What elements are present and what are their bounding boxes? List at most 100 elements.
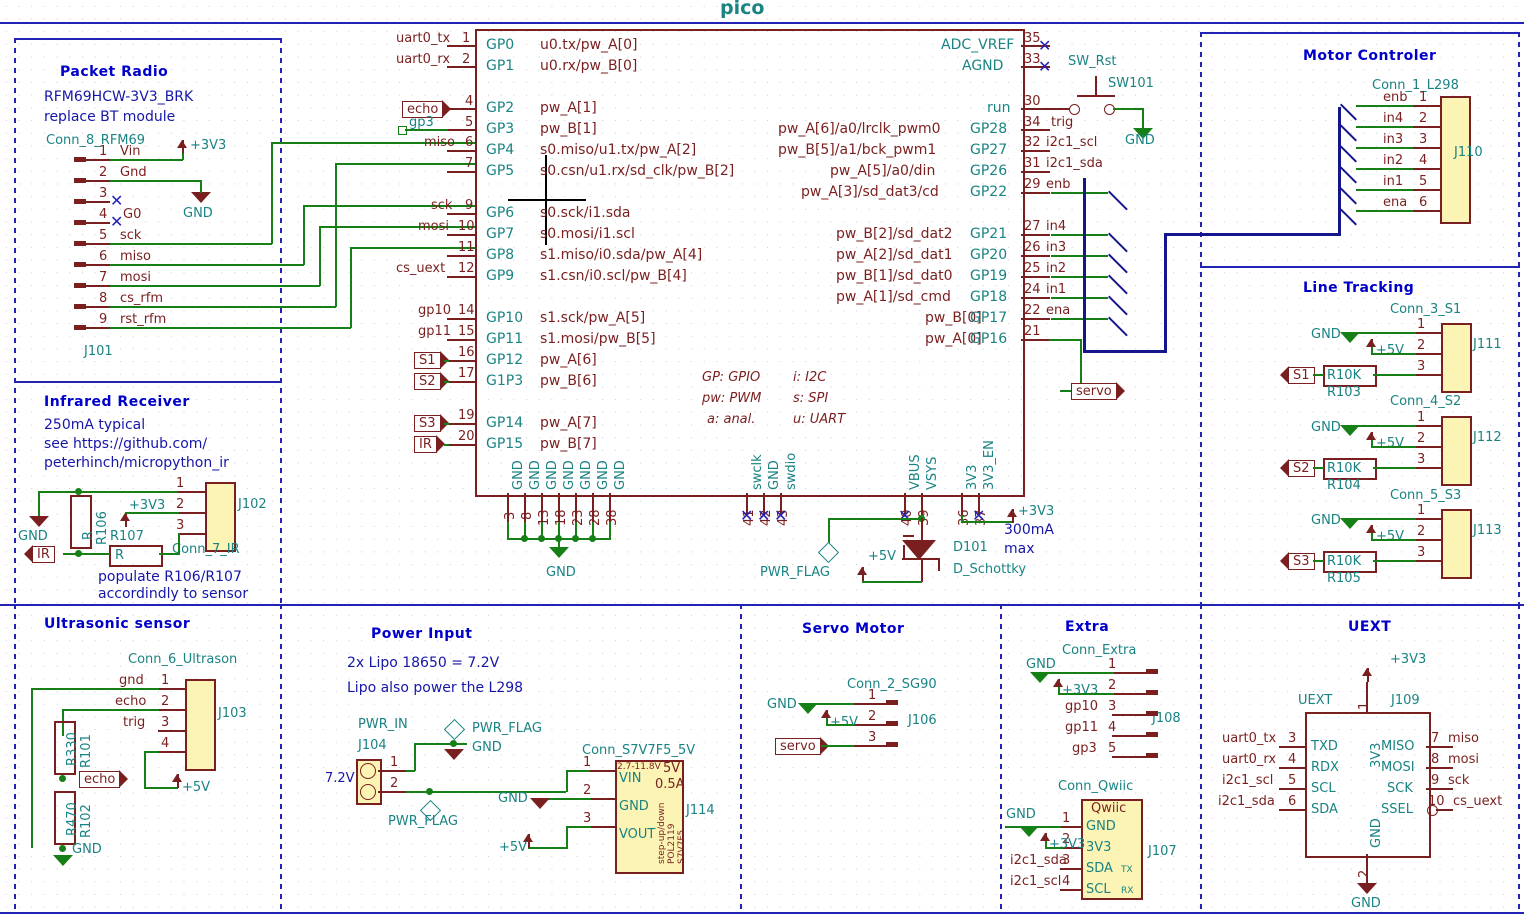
pin-name: 3V3: [1086, 840, 1112, 855]
motor-connector[interactable]: [1440, 96, 1471, 224]
line-res-value: R10K: [1327, 554, 1362, 569]
divider-radio-ir: [14, 381, 280, 383]
junction: [426, 788, 433, 795]
pico-legend-row1-right: s: SPI: [793, 391, 829, 406]
servo-signal-label[interactable]: servo: [775, 737, 829, 756]
ultrasonic-echo-label[interactable]: echo: [79, 770, 129, 789]
line-gnd-label: GND: [1311, 513, 1341, 528]
uext-gnd-symbol: [1357, 883, 1377, 894]
pin-net-label-s1[interactable]: S1: [414, 351, 448, 370]
pico-legend-row1-left: pw: PWM: [702, 391, 762, 406]
pin-net: i2c1_scl: [1046, 135, 1098, 150]
pin-net: mosi: [418, 219, 450, 234]
bus-entry: [1340, 166, 1357, 184]
packet-radio-note-1: replace BT module: [44, 109, 176, 125]
qwiic-gnd-symbol: [1019, 826, 1039, 837]
pin-number: 7: [99, 270, 108, 285]
power-input-title: Power Input: [371, 626, 473, 642]
pin-net: ena: [1046, 303, 1071, 318]
infrared-signal-label[interactable]: IR: [24, 545, 55, 564]
pin-fn: pw_B[1]/sd_dat0: [836, 268, 953, 284]
pin-net: enb: [1046, 177, 1071, 192]
line-gnd-label: GND: [1311, 327, 1341, 342]
schottky-ref: D101: [953, 540, 988, 555]
pin-net-label-s2[interactable]: S2: [414, 372, 448, 391]
pin-fn: s1.mosi/pw_B[5]: [540, 331, 656, 347]
junction: [59, 845, 66, 852]
line-group-ref: J113: [1473, 523, 1502, 538]
extra-title: Extra: [1065, 619, 1110, 635]
power-input-note-0: 2x Lipo 18650 = 7.2V: [347, 655, 500, 671]
pin-number: 4: [1062, 874, 1071, 889]
pin-net-label-s3[interactable]: S3: [414, 414, 448, 433]
ultrasonic-connector[interactable]: [185, 679, 216, 771]
power-input-note-1: Lipo also power the L298: [347, 680, 524, 696]
pin-number: 8: [520, 511, 535, 520]
pico-gnd-symbol: [549, 547, 569, 558]
pin-fn: s0.miso/u1.tx/pw_A[2]: [540, 142, 697, 158]
pin-number: 16: [458, 345, 475, 360]
pin-number: 3: [583, 811, 592, 826]
pin-number: 1: [1108, 657, 1117, 672]
junction: [450, 740, 457, 747]
pwr-flag-2: PWR_FLAG: [388, 814, 458, 829]
pin-number: 5: [1108, 741, 1117, 756]
uext-title: UEXT: [1348, 619, 1392, 635]
line-signal-label[interactable]: S1: [1280, 366, 1315, 385]
pin-net-label-ir[interactable]: IR: [414, 435, 445, 454]
pin-number: 2: [1108, 678, 1117, 693]
divider-bottom: [0, 912, 1524, 914]
pin-gp: GP6: [486, 205, 515, 221]
pin-name: gp10: [1065, 699, 1099, 714]
qwiic-ref: J107: [1148, 844, 1177, 859]
servo-gnd-label: GND: [767, 697, 797, 712]
line-connector-j111[interactable]: [1441, 323, 1472, 393]
line-signal-label[interactable]: S2: [1280, 459, 1315, 478]
reset-gnd-label: GND: [1125, 133, 1155, 148]
pin-gp: GP16: [970, 331, 1008, 347]
pin-fn: u0.tx/pw_A[0]: [540, 37, 638, 53]
line-connector-j113[interactable]: [1441, 509, 1472, 579]
pin-name: GND: [613, 460, 628, 490]
pwr-in-ref: J104: [358, 738, 387, 753]
power-input-out: +5V: [499, 840, 528, 855]
pin-name: RDX: [1311, 760, 1339, 775]
power-input-gnd-1: GND: [472, 740, 502, 755]
screw-terminal-icon: [360, 784, 376, 800]
pin-net: trig: [1051, 115, 1074, 130]
pin-number: 14: [458, 303, 475, 318]
pin-gp: GP18: [970, 289, 1008, 305]
pin-name: rst_rfm: [120, 312, 167, 327]
regulator-gnd-symbol: [530, 798, 550, 809]
no-connect-icon: ✕: [898, 506, 912, 525]
pin-net: in4: [1046, 219, 1067, 234]
pin-number: 3: [868, 730, 877, 745]
pin-name: GND: [1369, 818, 1384, 848]
uext-ref: J109: [1391, 693, 1420, 708]
pin-number: 2: [583, 783, 592, 798]
no-connect-icon: ✕: [1038, 57, 1052, 76]
regulator-current: 0.5A: [655, 777, 685, 792]
pin-gp: GP2: [486, 100, 515, 116]
pin-net: in1: [1046, 282, 1067, 297]
pin-number: 6: [1288, 794, 1297, 809]
line-gnd-label: GND: [1311, 420, 1341, 435]
r107-ref: R107: [110, 529, 144, 544]
line-res-value: R10K: [1327, 368, 1362, 383]
line-signal-label[interactable]: S3: [1280, 552, 1315, 571]
pin-name: in4: [1383, 111, 1404, 126]
schottky-3v3-label: +3V3: [1018, 504, 1055, 519]
pin-gp: G1P3: [486, 373, 524, 389]
pin-number: 1: [1417, 410, 1426, 425]
pin-name: SCK: [1387, 781, 1413, 796]
reset-switch-contact[interactable]: [1069, 104, 1080, 115]
pico-motor-bus-h: [1083, 350, 1167, 354]
pin-number: 1: [161, 673, 170, 688]
servo-net-label[interactable]: servo: [1071, 382, 1125, 401]
servo-conn-name: Conn_2_SG90: [847, 677, 937, 692]
pwr-flag-icon: [443, 718, 466, 741]
line-connector-j112[interactable]: [1441, 416, 1472, 486]
servo-gnd-symbol: [798, 703, 818, 714]
pin-gp: GP12: [486, 352, 524, 368]
extra-power-label: +3V3: [1062, 683, 1099, 698]
